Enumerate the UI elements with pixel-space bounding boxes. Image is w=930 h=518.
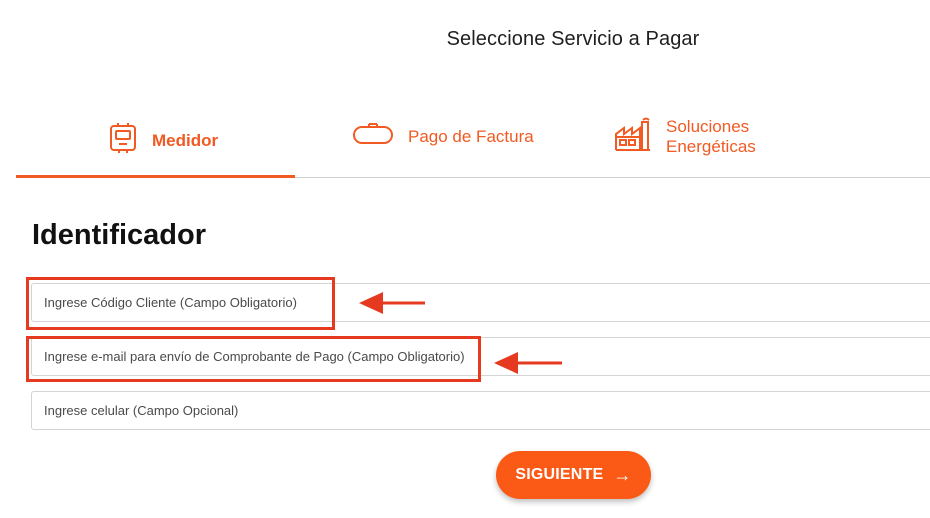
annotation-arrow-left-icon [492,349,564,382]
tab-pago-de-factura[interactable]: Pago de Factura [352,122,534,151]
section-title: Identificador [32,219,207,251]
phone-field [31,391,930,430]
tab-soluciones-label-line1: Soluciones [666,116,750,136]
tab-pago-de-factura-label: Pago de Factura [408,126,534,146]
page-title: Seleccione Servicio a Pagar [446,28,700,50]
invoice-icon [352,122,394,151]
tab-soluciones-energeticas[interactable]: Soluciones Energéticas [614,116,756,157]
annotation-arrow-left-icon [357,289,427,322]
active-tab-indicator [16,175,295,178]
email-highlight [26,336,481,382]
customer-code-highlight [26,277,335,330]
tab-medidor[interactable]: Medidor [108,122,218,159]
tab-medidor-label: Medidor [152,130,219,150]
service-tabs: Medidor Pago de Factura Soluciones Energ… [16,108,930,178]
tab-soluciones-label-line2: Energéticas [666,136,756,156]
next-button[interactable]: SIGUIENTE → [496,451,651,499]
next-button-label: SIGUIENTE [515,466,604,483]
phone-input[interactable] [32,392,930,429]
factory-icon [614,116,652,157]
arrow-right-icon: → [613,464,632,485]
meter-icon [108,122,138,159]
tab-soluciones-label: Soluciones Energéticas [666,117,756,157]
